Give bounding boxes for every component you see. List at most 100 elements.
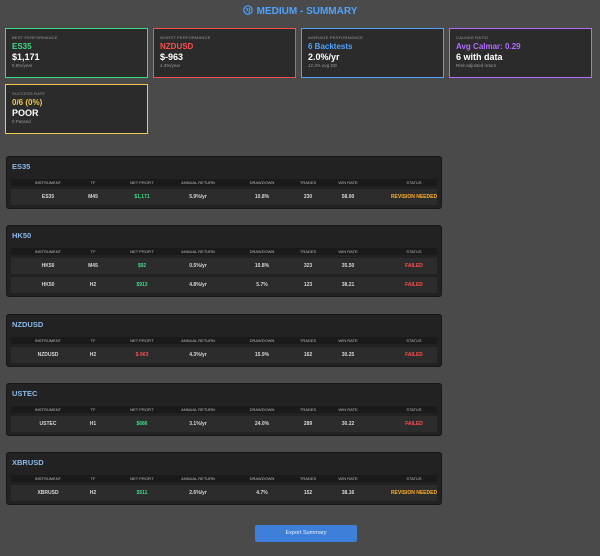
calmar-ratio-card: CALMAR RATIO Avg Calmar: 0.29 6 with dat… (449, 28, 592, 78)
card-primary: NZDUSD (160, 42, 194, 51)
cell-status: REVISION NEEDED (390, 194, 438, 200)
cell-status: REVISION NEEDED (390, 490, 438, 496)
cell-win-rate: 30.25 (341, 352, 355, 358)
col-trades-header: TRADES (299, 249, 317, 254)
col-tf-header: TF (90, 407, 96, 412)
summary-cards: BEST PERFORMANCE ES35 $1,171 5.9%/year W… (0, 0, 600, 140)
col-net-profit-header: NET PROFIT (130, 249, 154, 254)
cell-tf: M45 (88, 194, 98, 200)
card-subtext: 12.3% avg DD (308, 63, 338, 68)
col-tf-header: TF (90, 338, 96, 343)
table-row[interactable]: ES35 M45 $1,171 5.9%/yr 10.8% 230 58.00 REVISIO… (11, 189, 437, 205)
col-annual-return-header: ANNUAL RETURN (181, 338, 215, 343)
col-drawdown-header: DRAWDOWN (249, 476, 275, 481)
table-header: INSTRUMENT TF NET PROFIT ANNUAL RETURN DRAWD… (11, 337, 437, 344)
card-label: AVERAGE PERFORMANCE (308, 35, 364, 40)
card-subtext: 4.3%/year (160, 63, 181, 68)
cell-trades: 230 (303, 194, 313, 200)
col-trades-header: TRADES (299, 476, 317, 481)
col-instrument-header: INSTRUMENT (34, 180, 62, 185)
col-annual-return-header: ANNUAL RETURN (181, 180, 215, 185)
card-value: $-963 (160, 52, 184, 62)
cell-instrument: ES35 (41, 194, 55, 200)
card-subtext: 5.9%/year (12, 63, 33, 68)
export-summary-button[interactable]: Export Summary (255, 525, 357, 542)
card-value: POOR (12, 108, 39, 118)
cell-status: FAILED (405, 352, 423, 358)
cell-net-profit: $1,171 (134, 194, 150, 200)
section-ustec: USTEC INSTRUMENT TF NET PROFIT ANNUAL RETURN… (6, 383, 442, 436)
success-rate-card: SUCCESS RATE 0/6 (0%) POOR 0 Passed (5, 84, 148, 134)
col-net-profit-header: NET PROFIT (130, 180, 154, 185)
section-nzdusd: NZDUSD INSTRUMENT TF NET PROFIT ANNUAL RETUR… (6, 314, 442, 367)
cell-annual-return: 2.6%/yr (189, 490, 207, 496)
card-primary: Avg Calmar: 0.29 (456, 42, 521, 51)
table-row[interactable]: HK50 H2 $913 4.8%/yr 5.7% 123 38.21 FAILED (11, 277, 437, 293)
card-primary: ES35 (12, 42, 32, 51)
col-status-header: STATUS (406, 476, 422, 481)
cell-status: FAILED (405, 282, 423, 288)
cell-win-rate: 38.16 (341, 490, 355, 496)
cell-net-profit: $686 (136, 421, 148, 427)
col-tf-header: TF (90, 249, 96, 254)
section-hk50: HK50 INSTRUMENT TF NET PROFIT ANNUAL RETURN D… (6, 225, 442, 297)
card-primary: 0/6 (0%) (12, 98, 43, 107)
card-label: SUCCESS RATE (12, 91, 46, 96)
col-status-header: STATUS (406, 180, 422, 185)
cell-net-profit: $92 (137, 263, 147, 269)
cell-instrument: XBRUSD (37, 490, 59, 496)
card-primary: 6 Backtests (308, 42, 353, 51)
col-net-profit-header: NET PROFIT (130, 476, 154, 481)
best-performance-card: BEST PERFORMANCE ES35 $1,171 5.9%/year (5, 28, 148, 78)
table-header: INSTRUMENT TF NET PROFIT ANNUAL RETURN DRAWD… (11, 179, 437, 186)
cell-net-profit: $-963 (135, 352, 149, 358)
section-title: XBRUSD (12, 458, 44, 467)
col-annual-return-header: ANNUAL RETURN (181, 249, 215, 254)
cell-instrument: USTEC (39, 421, 57, 427)
col-instrument-header: INSTRUMENT (34, 476, 62, 481)
table-row[interactable]: XBRUSD H2 $511 2.6%/yr 4.7% 152 38.16 REVISION … (11, 485, 437, 501)
cell-net-profit: $511 (136, 490, 148, 496)
table-row[interactable]: HK50 M45 $92 0.5%/yr 10.8% 323 35.50 FAILED (11, 258, 437, 274)
cell-status: FAILED (405, 263, 423, 269)
table-row[interactable]: NZDUSD H2 $-963 4.3%/yr 15.9% 162 30.25 FAILED (11, 347, 437, 363)
col-trades-header: TRADES (299, 407, 317, 412)
cell-annual-return: 5.9%/yr (189, 194, 207, 200)
cell-tf: H2 (89, 490, 97, 496)
cell-tf: H1 (89, 421, 97, 427)
col-status-header: STATUS (406, 249, 422, 254)
section-title: NZDUSD (12, 320, 44, 329)
section-title: USTEC (12, 389, 38, 398)
col-annual-return-header: ANNUAL RETURN (181, 476, 215, 481)
cell-trades: 123 (303, 282, 313, 288)
col-trades-header: TRADES (299, 338, 317, 343)
col-instrument-header: INSTRUMENT (34, 407, 62, 412)
cell-annual-return: 4.8%/yr (189, 282, 207, 288)
card-subtext: 0 Passed (12, 119, 31, 124)
cell-drawdown: 10.8% (254, 194, 270, 200)
card-label: BEST PERFORMANCE (12, 35, 58, 40)
cell-drawdown: 4.7% (256, 490, 268, 496)
col-status-header: STATUS (406, 338, 422, 343)
cell-drawdown: 24.0% (254, 421, 270, 427)
col-status-header: STATUS (406, 407, 422, 412)
card-value: 6 with data (456, 52, 503, 62)
cell-drawdown: 10.8% (254, 263, 270, 269)
cell-trades: 162 (303, 352, 313, 358)
table-header: INSTRUMENT TF NET PROFIT ANNUAL RETURN DRAWD… (11, 406, 437, 413)
cell-annual-return: 0.5%/yr (189, 263, 207, 269)
cell-trades: 152 (303, 490, 313, 496)
card-label: CALMAR RATIO (456, 35, 489, 40)
cell-annual-return: 3.1%/yr (189, 421, 207, 427)
table-row[interactable]: USTEC H1 $686 3.1%/yr 24.0% 289 30.22 FAILED (11, 416, 437, 432)
col-win-rate-header: WIN RATE (338, 249, 358, 254)
section-title: HK50 (12, 231, 32, 240)
section-es35: ES35 INSTRUMENT TF NET PROFIT ANNUAL RETURN D… (6, 156, 442, 209)
card-label: WORST PERFORMANCE (160, 35, 211, 40)
table-header: INSTRUMENT TF NET PROFIT ANNUAL RETURN DRAWD… (11, 248, 437, 255)
cell-instrument: HK50 (41, 263, 55, 269)
cell-annual-return: 4.3%/yr (189, 352, 207, 358)
col-drawdown-header: DRAWDOWN (249, 407, 275, 412)
card-value: 2.0%/yr (308, 52, 340, 62)
col-instrument-header: INSTRUMENT (34, 338, 62, 343)
